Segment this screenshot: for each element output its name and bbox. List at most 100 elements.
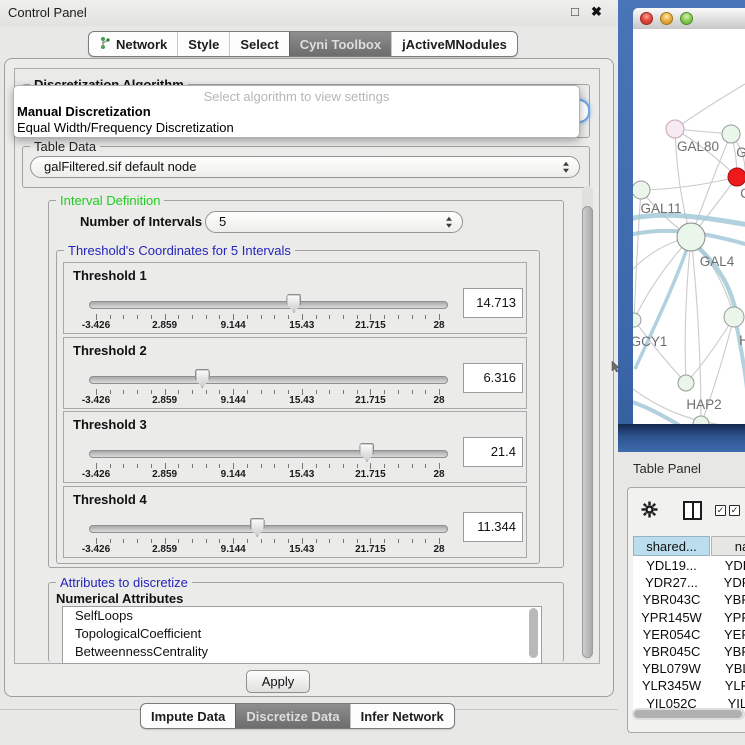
gear-icon[interactable] <box>641 501 658 523</box>
attribute-item-topologicalcoefficient[interactable]: TopologicalCoefficient <box>63 625 541 643</box>
column-header-shared[interactable]: shared... <box>633 536 710 556</box>
table-hscrollbar-thumb[interactable] <box>634 710 742 718</box>
network-window-frame-bottom <box>618 424 745 452</box>
slider-tick-label: 15.43 <box>289 320 314 331</box>
close-traffic-light-icon[interactable] <box>640 12 653 25</box>
table-row[interactable]: YBR043CYBR0 <box>633 592 745 609</box>
cell-name: YER0 <box>710 627 745 644</box>
tab-select[interactable]: Select <box>229 32 288 56</box>
slider-tick <box>178 390 179 394</box>
network-edge <box>685 237 691 383</box>
threshold-slider-thumb[interactable] <box>250 518 265 537</box>
bottom-tab-discretize-data[interactable]: Discretize Data <box>235 704 349 728</box>
slider-tick <box>178 464 179 468</box>
threshold-value-field[interactable]: 21.4 <box>463 437 523 467</box>
slider-tick <box>343 464 344 468</box>
attribute-item-betweennesscentrality[interactable]: BetweennessCentrality <box>63 643 541 661</box>
node-pink[interactable] <box>666 120 684 138</box>
threshold-value-field[interactable]: 14.713 <box>463 288 523 318</box>
tab-jactivemnodules[interactable]: jActiveMNodules <box>391 32 517 56</box>
attributes-list-scrollbar[interactable] <box>529 608 538 658</box>
cell-shared-name: YLR345W <box>633 678 710 695</box>
table-row[interactable]: YBL079WYBL0 <box>633 661 745 678</box>
slider-tick-label: -3.426 <box>82 469 110 480</box>
slider-tick <box>110 315 111 319</box>
attribute-item-selfloops[interactable]: SelfLoops <box>63 607 541 625</box>
bottom-tab-bar: Impute DataDiscretize DataInfer Network <box>140 703 455 729</box>
tab-label: Cyni Toolbox <box>300 37 381 52</box>
slider-tick-label: 15.43 <box>289 395 314 406</box>
control-panel: Control Panel □ ✖ NetworkStyleSelectCyni… <box>0 0 618 745</box>
threshold-slider-thumb[interactable] <box>359 443 374 462</box>
threshold-box-3: Threshold 3-3.4262.8599.14415.4321.71528… <box>63 411 527 483</box>
slider-tick-label: -3.426 <box>82 395 110 406</box>
popup-option-manual-discretization[interactable]: Manual Discretization <box>17 104 151 119</box>
threshold-value-field[interactable]: 6.316 <box>463 363 523 393</box>
node-gal4[interactable] <box>677 223 705 251</box>
slider-tick <box>329 464 330 468</box>
node-gcy1[interactable] <box>633 313 641 327</box>
bottom-tab-infer-network[interactable]: Infer Network <box>350 704 454 728</box>
threshold-slider-thumb[interactable] <box>195 369 210 388</box>
bottom-tab-impute-data[interactable]: Impute Data <box>141 704 235 728</box>
tab-style[interactable]: Style <box>177 32 229 56</box>
zoom-traffic-light-icon[interactable] <box>680 12 693 25</box>
checkbox-icon[interactable]: ✓ <box>715 505 726 516</box>
column-header-name[interactable]: na <box>711 536 745 556</box>
threshold-value-field[interactable]: 11.344 <box>463 512 523 542</box>
combo-stepper-icon[interactable] <box>563 162 569 173</box>
threshold-slider-thumb[interactable] <box>286 294 301 313</box>
table-row[interactable]: YDL19...YDL1 <box>633 558 745 575</box>
table-row[interactable]: YPR145WYPR1 <box>633 610 745 627</box>
attributes-group-label: Attributes to discretize <box>56 575 192 590</box>
threshold-slider-track[interactable] <box>89 525 448 533</box>
checkbox-icon[interactable]: ✓ <box>729 505 740 516</box>
number-of-intervals-spinner[interactable]: 5 <box>205 211 463 233</box>
slider-tick-label: 2.859 <box>152 395 177 406</box>
slider-tick-label: 21.715 <box>355 395 386 406</box>
split-column-icon[interactable] <box>683 501 702 520</box>
number-of-intervals-value: 5 <box>219 212 226 232</box>
threshold-slider-track[interactable] <box>89 450 448 458</box>
node-gal80[interactable] <box>722 125 740 143</box>
close-icon[interactable]: ✖ <box>591 4 602 20</box>
node-h[interactable] <box>724 307 744 327</box>
table-data-group-label: Table Data <box>30 139 100 154</box>
table-row[interactable]: YER054CYER0 <box>633 627 745 644</box>
slider-tick <box>192 390 193 394</box>
slider-tick-label: 28 <box>433 395 444 406</box>
number-of-intervals-label: Number of Intervals <box>80 214 202 229</box>
popup-option-equal-width-frequency-discretization[interactable]: Equal Width/Frequency Discretization <box>17 120 234 135</box>
slider-tick-label: 15.43 <box>289 469 314 480</box>
table-row[interactable]: YDR27...YDR2 <box>633 575 745 592</box>
cell-shared-name: YPR145W <box>633 610 710 627</box>
slider-tick <box>398 464 399 468</box>
slider-tick <box>137 390 138 394</box>
slider-tick <box>206 539 207 543</box>
spinner-stepper-icon[interactable] <box>446 217 452 228</box>
slider-tick <box>219 390 220 394</box>
network-canvas[interactable]: GAL80GACGAL11GAL4GCY1HHAP2 <box>633 29 745 424</box>
main-scrollbar-thumb[interactable] <box>582 206 593 658</box>
threshold-slider-track[interactable] <box>89 376 448 384</box>
table-data-combo-value: galFiltered.sif default node <box>44 157 196 177</box>
table-row[interactable]: YBR045CYBR0 <box>633 644 745 661</box>
node-gal11[interactable] <box>633 181 650 199</box>
tab-cyni-toolbox[interactable]: Cyni Toolbox <box>289 32 391 56</box>
slider-tick <box>425 539 426 543</box>
top-tab-bar: NetworkStyleSelect Cyni Toolbox jActiveMNo… <box>88 31 518 57</box>
slider-tick-label: 28 <box>433 320 444 331</box>
minimize-traffic-light-icon[interactable] <box>660 12 673 25</box>
table-row[interactable]: YLR345WYLR3 <box>633 678 745 695</box>
slider-tick <box>261 464 262 468</box>
node-bottom[interactable] <box>693 416 709 424</box>
node-label-c: C <box>740 186 745 201</box>
cell-name: YDL1 <box>710 558 745 575</box>
tab-network[interactable]: Network <box>89 32 177 56</box>
apply-button[interactable]: Apply <box>246 670 310 693</box>
float-window-icon[interactable]: □ <box>571 4 579 19</box>
node-hap2[interactable] <box>678 375 694 391</box>
threshold-slider-track[interactable] <box>89 301 448 309</box>
table-data-combo[interactable]: galFiltered.sif default node <box>30 156 580 178</box>
node-red[interactable] <box>728 168 745 186</box>
